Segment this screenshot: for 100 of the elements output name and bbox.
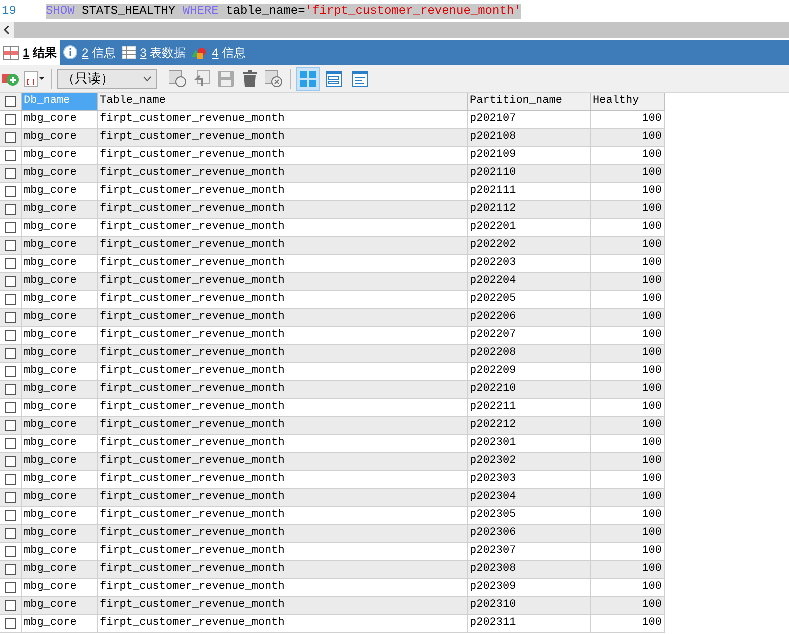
table-cell: mbg_core [22, 273, 98, 290]
table-cell: mbg_core [22, 381, 98, 398]
table-cell: firpt_customer_revenue_month [98, 363, 468, 380]
table-cell: 100 [591, 435, 665, 452]
table-cell: p202306 [468, 525, 591, 542]
table-cell: firpt_customer_revenue_month [98, 543, 468, 560]
row-checkbox[interactable] [5, 186, 16, 197]
row-checkbox[interactable] [5, 348, 16, 359]
row-checkbox[interactable] [5, 150, 16, 161]
table-cell: p202207 [468, 327, 591, 344]
form-view-icon [326, 70, 342, 86]
row-checkbox[interactable] [5, 528, 16, 539]
table-cell: firpt_customer_revenue_month [98, 273, 468, 290]
row-checkbox[interactable] [5, 456, 16, 467]
table-cell: firpt_customer_revenue_month [98, 381, 468, 398]
column-header[interactable]: Table_name [98, 93, 468, 110]
table-cell: p202109 [468, 147, 591, 164]
chevron-down-icon [143, 76, 152, 82]
table-cell: 100 [591, 327, 665, 344]
row-checkbox[interactable] [5, 204, 16, 215]
row-checkbox[interactable] [5, 600, 16, 611]
table-cell: firpt_customer_revenue_month [98, 435, 468, 452]
table-cell: mbg_core [22, 507, 98, 524]
row-checkbox[interactable] [5, 402, 16, 413]
row-checkbox[interactable] [5, 132, 16, 143]
column-header[interactable]: Partition_name [468, 93, 591, 110]
table-cell: firpt_customer_revenue_month [98, 417, 468, 434]
row-checkbox[interactable] [5, 474, 16, 485]
row-checkbox[interactable] [5, 240, 16, 251]
table-cell: mbg_core [22, 165, 98, 182]
shapes-icon [192, 46, 208, 60]
table-cell: firpt_customer_revenue_month [98, 255, 468, 272]
table-cell: p202108 [468, 129, 591, 146]
table-cell: p202107 [468, 111, 591, 128]
result-tab[interactable]: 1 结果 [0, 40, 60, 65]
row-checkbox[interactable] [5, 582, 16, 593]
row-checkbox[interactable] [5, 618, 16, 629]
grid-view-icon [300, 70, 316, 86]
row-checkbox[interactable] [5, 276, 16, 287]
row-checkbox[interactable] [5, 366, 16, 377]
row-checkbox[interactable] [5, 420, 16, 431]
table-cell: p202302 [468, 453, 591, 470]
row-checkbox[interactable] [5, 294, 16, 305]
row-checkbox[interactable] [5, 546, 16, 557]
row-checkbox[interactable] [5, 438, 16, 449]
row-checkbox[interactable] [5, 510, 16, 521]
table-cell: firpt_customer_revenue_month [98, 327, 468, 344]
result-tab[interactable]: 3 表数据 [119, 40, 190, 65]
table-cell: firpt_customer_revenue_month [98, 129, 468, 146]
row-checkbox[interactable] [5, 258, 16, 269]
table-cell: 100 [591, 345, 665, 362]
table-cell: mbg_core [22, 345, 98, 362]
table-cell: 100 [591, 525, 665, 542]
result-tab[interactable]: 2 信息 [60, 40, 120, 65]
table-cell: 100 [591, 237, 665, 254]
table-cell: 100 [591, 489, 665, 506]
table-cell: mbg_core [22, 147, 98, 164]
table-cell: 100 [591, 507, 665, 524]
view-toggle-button[interactable] [296, 66, 320, 90]
table-cell: p202206 [468, 309, 591, 326]
table-cell: 100 [591, 201, 665, 218]
result-tab[interactable]: 4 信息 [189, 40, 250, 65]
mode-select[interactable]: （只读） [57, 68, 157, 88]
table-cell: mbg_core [22, 399, 98, 416]
table-cell: p202208 [468, 345, 591, 362]
table-cell: firpt_customer_revenue_month [98, 147, 468, 164]
row-checkbox[interactable] [5, 564, 16, 575]
table-cell: 100 [591, 543, 665, 560]
row-checkbox[interactable] [5, 222, 16, 233]
row-checkbox[interactable] [5, 384, 16, 395]
table-delete-icon[interactable] [263, 68, 285, 90]
table-cell: firpt_customer_revenue_month [98, 291, 468, 308]
row-checkbox[interactable] [5, 168, 16, 179]
table-cell: 100 [591, 147, 665, 164]
table-cell: p202112 [468, 201, 591, 218]
table-cell: 100 [591, 579, 665, 596]
scroll-left-icon[interactable] [0, 22, 14, 38]
table-cell: 100 [591, 255, 665, 272]
table-cell: 100 [591, 291, 665, 308]
table-cell: 100 [591, 183, 665, 200]
select-all-checkbox[interactable] [5, 96, 16, 107]
table-cell: p202305 [468, 507, 591, 524]
table-add-icon[interactable] [167, 68, 189, 90]
table-cell: mbg_core [22, 309, 98, 326]
row-checkbox[interactable] [5, 492, 16, 503]
table-cell: mbg_core [22, 327, 98, 344]
column-header[interactable]: Healthy [591, 93, 665, 110]
row-checkbox[interactable] [5, 114, 16, 125]
grid-icon [3, 46, 19, 60]
table-cell: 100 [591, 363, 665, 380]
table-cell: 100 [591, 471, 665, 488]
table-cell: p202201 [468, 219, 591, 236]
table-cell: firpt_customer_revenue_month [98, 309, 468, 326]
row-checkbox[interactable] [5, 330, 16, 341]
table-cell: mbg_core [22, 111, 98, 128]
table-cell: mbg_core [22, 219, 98, 236]
row-checkbox[interactable] [5, 312, 16, 323]
table-cell: 100 [591, 309, 665, 326]
table-cell: mbg_core [22, 129, 98, 146]
horizontal-scrollbar[interactable] [0, 22, 789, 38]
